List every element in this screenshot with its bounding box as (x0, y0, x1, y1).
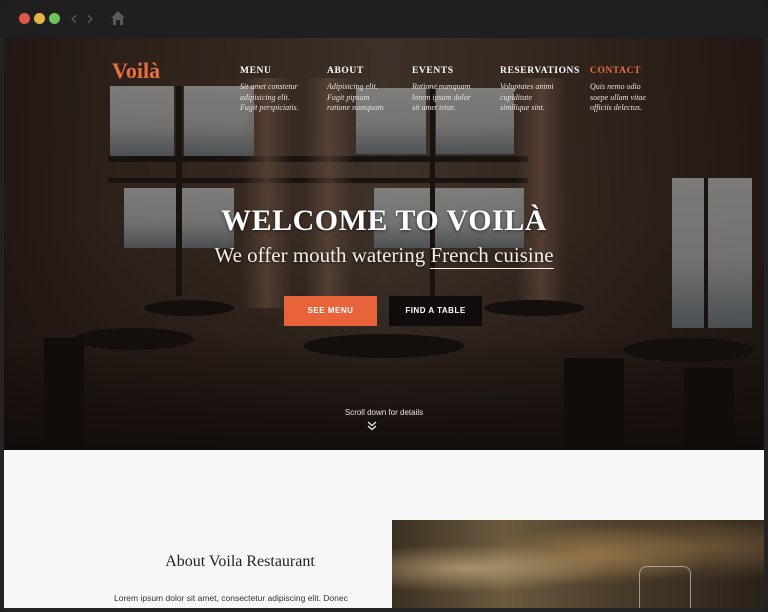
nav-item-title[interactable]: RESERVATIONS (500, 66, 588, 76)
maximize-window-button[interactable] (49, 13, 60, 24)
nav-item-title[interactable]: EVENTS (412, 66, 500, 76)
nav-item-description: Ratione numquam lorem ipsum dolor sit am… (412, 82, 471, 112)
home-icon[interactable] (110, 10, 126, 26)
about-title: About Voila Restaurant (165, 553, 315, 570)
nav-item-menu[interactable]: MENU Sit amet constetur adipisicing elit… (240, 66, 328, 114)
wine-glass (639, 566, 691, 608)
browser-window: ‹ › Voilà MENU Sit amet constetur adipis… (0, 0, 768, 612)
browser-toolbar: ‹ › (0, 0, 768, 38)
scroll-hint: Scroll down for details (344, 408, 424, 417)
chevron-left-icon[interactable]: ‹ (70, 8, 78, 28)
find-a-table-button[interactable]: FIND A TABLE (389, 296, 482, 326)
hero-subtitle-link[interactable]: French cuisine (430, 243, 554, 269)
nav-item-about[interactable]: ABOUT Adipisicing elit. Fugit pipsam rat… (327, 66, 415, 114)
nav-item-contact[interactable]: CONTACT Quis nemo odio soepe ullam vitae… (590, 66, 678, 114)
double-chevron-down-icon[interactable] (366, 420, 378, 432)
chevron-right-icon[interactable]: › (86, 8, 94, 28)
about-body: Lorem ipsum dolor sit amet, consectetur … (114, 593, 348, 603)
site-logo[interactable]: Voilà (112, 58, 160, 84)
hero-subtitle-text: We offer mouth watering (214, 243, 431, 267)
close-window-button[interactable] (19, 13, 30, 24)
nav-item-events[interactable]: EVENTS Ratione numquam lorem ipsum dolor… (412, 66, 500, 114)
nav-item-reservations[interactable]: RESERVATIONS Voluptates animi cupiditate… (500, 66, 588, 114)
nav-item-title[interactable]: ABOUT (327, 66, 415, 76)
nav-item-description: Adipisicing elit. Fugit pipsam ratione n… (327, 82, 384, 112)
hero-subtitle: We offer mouth watering French cuisine (4, 243, 764, 269)
nav-item-title[interactable]: MENU (240, 66, 328, 76)
see-menu-button[interactable]: SEE MENU (284, 296, 377, 326)
hero-title: WELCOME TO VOILÀ (221, 204, 547, 237)
page-viewport[interactable]: Voilà MENU Sit amet constetur adipisicin… (4, 38, 764, 608)
nav-item-description: Sit amet constetur adipisicing elit. Fug… (240, 82, 299, 112)
hero-section: Voilà MENU Sit amet constetur adipisicin… (4, 38, 764, 450)
about-photo (392, 520, 764, 608)
minimize-window-button[interactable] (34, 13, 45, 24)
nav-item-title[interactable]: CONTACT (590, 66, 678, 76)
nav-item-description: Voluptates animi cupiditate similique si… (500, 82, 554, 112)
about-section: About Voila Restaurant Lorem ipsum dolor… (4, 450, 764, 608)
nav-item-description: Quis nemo odio soepe ullam vitae officii… (590, 82, 646, 112)
